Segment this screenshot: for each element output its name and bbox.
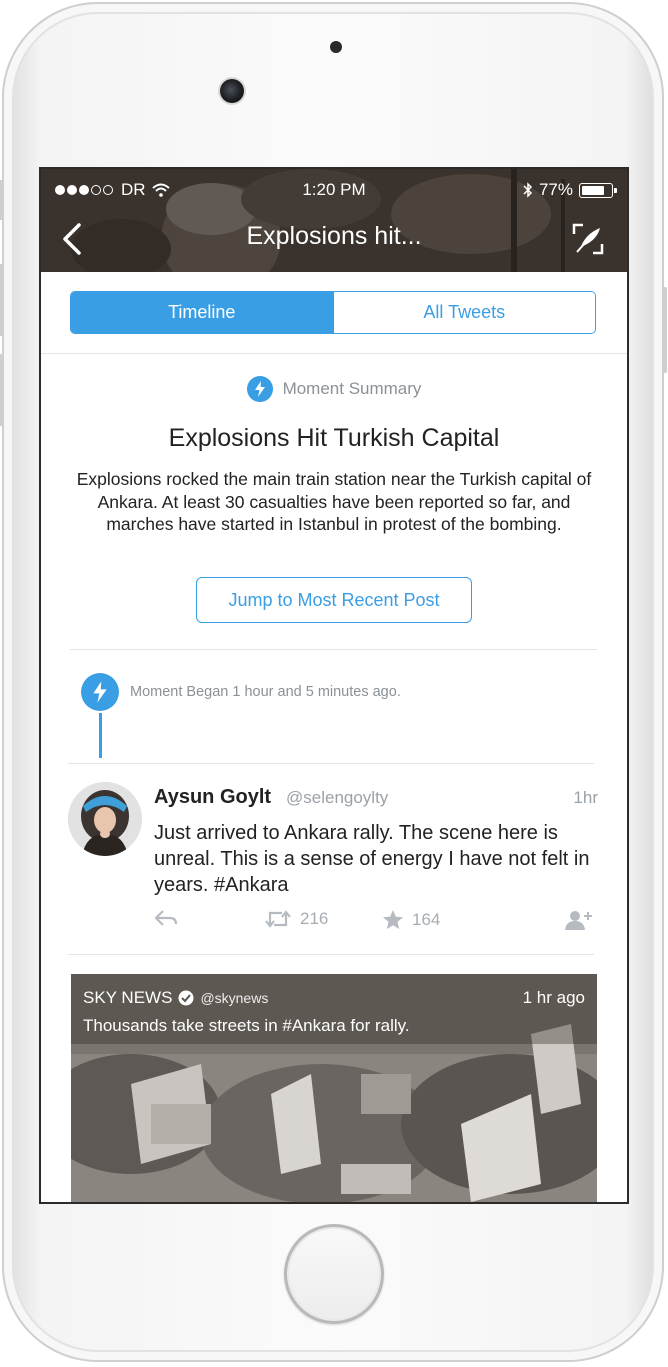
timeline-line xyxy=(99,713,102,758)
moment-began-marker: Moment Began 1 hour and 5 minutes ago. xyxy=(81,673,601,773)
news-media-card[interactable]: SKY NEWS @skynews 1 hr ago Thousands tak… xyxy=(71,974,597,1202)
tweet-actions: 216 164 xyxy=(154,909,594,935)
mute-switch xyxy=(0,180,4,220)
moment-summary-label: Moment Summary xyxy=(41,376,627,402)
media-caption: Thousands take streets in #Ankara for ra… xyxy=(83,1016,410,1035)
divider xyxy=(68,954,594,955)
divider xyxy=(41,353,627,354)
summary-label-text: Moment Summary xyxy=(282,379,422,398)
tab-all-tweets[interactable]: All Tweets xyxy=(332,292,595,333)
segmented-control: Timeline All Tweets xyxy=(70,291,596,334)
volume-up-button xyxy=(0,264,4,336)
volume-down-button xyxy=(0,354,4,426)
tab-timeline[interactable]: Timeline xyxy=(71,292,333,333)
tweet-author-name[interactable]: Aysun Goylt xyxy=(154,786,271,809)
reply-button[interactable] xyxy=(154,909,178,927)
verified-badge-icon xyxy=(178,990,194,1006)
retweet-button[interactable]: 216 xyxy=(264,909,328,929)
jump-to-recent-button[interactable]: Jump to Most Recent Post xyxy=(196,577,472,623)
follow-button[interactable] xyxy=(564,909,594,931)
tweet[interactable]: Aysun Goylt @selengoylty 1hr Just arrive… xyxy=(68,782,600,954)
crowd-photo xyxy=(71,974,597,1202)
media-source-handle: @skynews xyxy=(200,990,269,1006)
tweet-timestamp: 1hr xyxy=(573,788,598,807)
moment-headline: Explosions Hit Turkish Capital xyxy=(168,424,500,452)
power-button xyxy=(662,287,667,373)
share-moment-icon[interactable] xyxy=(571,222,605,256)
lightning-bolt-icon xyxy=(246,376,273,402)
avatar[interactable] xyxy=(68,782,142,856)
speaker xyxy=(330,41,342,53)
moment-header: DR 1:20 PM 77% Explosions hit... xyxy=(41,169,627,272)
tweet-author-handle[interactable]: @selengoylty xyxy=(286,788,388,808)
divider xyxy=(70,649,597,650)
tweet-text: Just arrived to Ankara rally. The scene … xyxy=(154,822,590,896)
retweet-icon xyxy=(265,910,291,928)
front-camera xyxy=(220,79,244,103)
media-source-name: SKY NEWS xyxy=(83,988,173,1007)
divider xyxy=(68,763,594,764)
like-button[interactable]: 164 xyxy=(382,909,440,931)
lightning-bolt-icon xyxy=(81,673,119,711)
screen: DR 1:20 PM 77% Explosions hit... Timelin… xyxy=(41,169,627,1202)
status-bar: DR 1:20 PM 77% xyxy=(41,169,627,211)
battery-percentage: 77% xyxy=(538,180,573,199)
retweet-count: 216 xyxy=(300,909,329,928)
moment-began-text: Moment Began 1 hour and 5 minutes ago. xyxy=(130,684,401,700)
nav-title: Explosions hit... xyxy=(246,222,422,250)
media-timestamp: 1 hr ago xyxy=(522,988,585,1007)
media-source: SKY NEWS @skynews xyxy=(83,988,268,1008)
reply-icon xyxy=(154,910,178,926)
battery-icon xyxy=(579,182,617,198)
bluetooth-icon xyxy=(523,182,533,198)
like-count: 164 xyxy=(412,910,441,929)
star-icon xyxy=(383,910,403,929)
moment-description: Explosions rocked the main train station… xyxy=(76,469,592,534)
follow-user-icon xyxy=(565,911,592,930)
home-button[interactable] xyxy=(284,1224,384,1324)
